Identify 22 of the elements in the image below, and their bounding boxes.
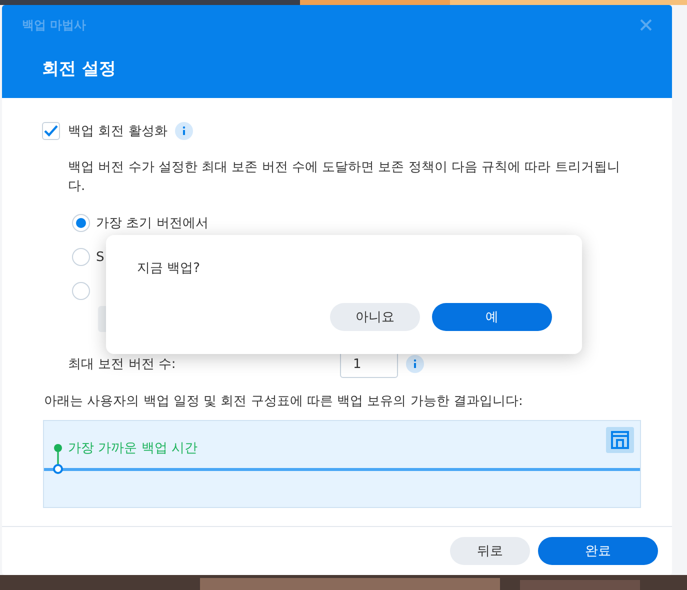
no-button[interactable]: 아니요 (330, 303, 420, 331)
field-label: 최대 보전 버전 수: (68, 356, 177, 373)
info-icon[interactable] (406, 355, 424, 373)
calendar-icon[interactable] (606, 427, 634, 453)
radio-button[interactable] (72, 248, 90, 266)
window-title: 백업 마법사 (22, 16, 86, 34)
page-heading: 회전 설정 (42, 58, 117, 80)
radio-label: 가장 초기 버전에서 (96, 215, 208, 232)
radio-button[interactable] (72, 214, 90, 232)
finish-button[interactable]: 완료 (538, 537, 658, 565)
marker-icon (52, 441, 64, 475)
back-button[interactable]: 뒤로 (450, 537, 530, 565)
popup-message: 지금 백업? (137, 260, 202, 277)
radio-button[interactable] (72, 282, 90, 300)
timeline-label: 가장 가까운 백업 시간 (68, 440, 198, 457)
description-text: 백업 버전 수가 설정한 최대 보존 버전 수에 도달하면 보존 정책이 다음 규칙에 따라 트리거됩니다. (68, 159, 621, 196)
radio-label: S (96, 250, 104, 264)
result-text: 아래는 사용자의 백업 일정 및 회전 구성표에 따른 백업 보유의 가능한 결과입니다: (44, 393, 524, 410)
yes-button[interactable]: 예 (432, 303, 552, 331)
checkbox[interactable] (42, 122, 60, 140)
info-icon[interactable] (175, 122, 194, 140)
checkbox-label: 백업 회전 활성화 (68, 123, 168, 140)
